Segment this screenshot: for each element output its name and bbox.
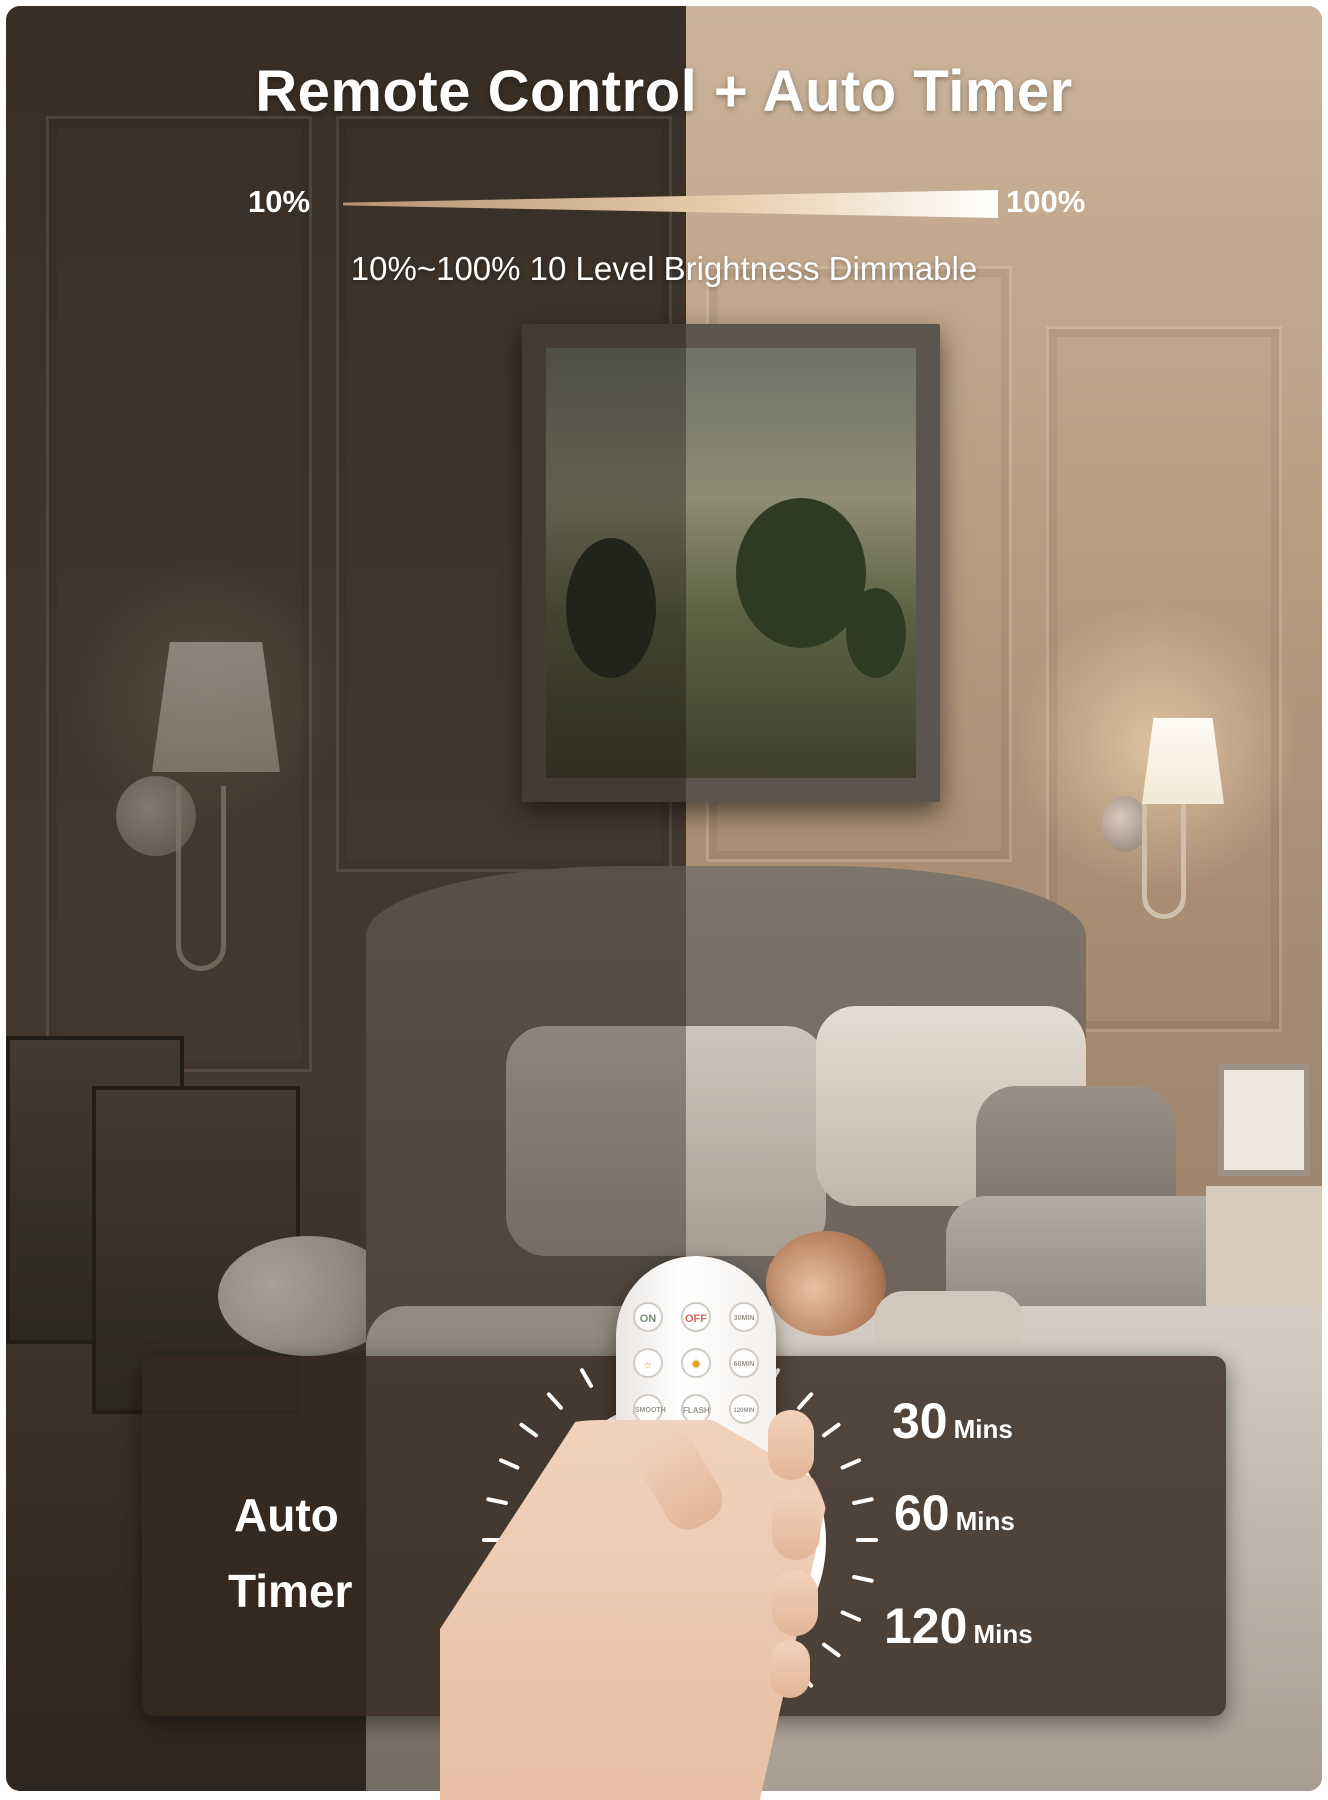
finger-4 [770,1640,810,1698]
timer-30-value: 30 [892,1393,948,1449]
brightness-scale: 10% 100% [0,178,1328,228]
dial-tick [840,1610,862,1622]
brightness-up-icon[interactable]: ✹ [681,1348,711,1378]
dial-tick [822,1642,841,1658]
timer-60-unit: Mins [955,1506,1015,1536]
finger-2 [772,1490,820,1560]
finger-3 [772,1570,818,1636]
remote-30min-button[interactable]: 30MIN [729,1302,759,1332]
timer-120-value: 120 [884,1598,968,1654]
dial-tick [852,1497,874,1505]
timer-option-30: 30 Mins [892,1392,1013,1450]
sconce-arm-right [1142,804,1186,919]
remote-60min-button[interactable]: 60MIN [729,1348,759,1378]
auto-timer-label-line1: Auto [234,1489,339,1541]
dial-tick [840,1458,862,1470]
sleeping-child [766,1231,886,1336]
dial-tick [546,1392,563,1410]
timer-60-value: 60 [894,1485,950,1541]
brightness-max-label: 100% [1006,184,1086,219]
dial-tick [580,1368,593,1388]
finger-1 [768,1410,814,1480]
lamp-shade-right [1142,718,1224,804]
page-title: Remote Control + Auto Timer [255,59,1073,124]
timer-option-120: 120 Mins [884,1597,1033,1655]
dial-tick [822,1422,841,1438]
dial-tick [486,1497,508,1505]
brightness-gradient-bar [343,190,998,218]
timer-option-60: 60 Mins [894,1484,1015,1542]
dial-tick [797,1392,814,1410]
dial-tick [498,1458,520,1470]
dial-tick [852,1575,874,1583]
timer-30-unit: Mins [953,1414,1013,1444]
timer-120-unit: Mins [973,1619,1033,1649]
brightness-down-icon[interactable]: ☼ [633,1348,663,1378]
dial-tick [519,1422,538,1438]
brightness-min-label: 10% [248,184,311,219]
auto-timer-label-line2: Timer [228,1565,353,1617]
remote-120min-button[interactable]: 120MIN [729,1394,759,1424]
remote-on-button[interactable]: ON [633,1302,663,1332]
photo-frame [1218,1064,1310,1176]
child-body [874,1291,1024,1361]
brightness-subtitle: 10%~100% 10 Level Brightness Dimmable [350,250,978,287]
remote-smooth-button[interactable]: SMOOTH [633,1394,666,1424]
remote-flash-button[interactable]: FLASH [681,1394,711,1424]
remote-off-button[interactable]: OFF [681,1302,711,1332]
